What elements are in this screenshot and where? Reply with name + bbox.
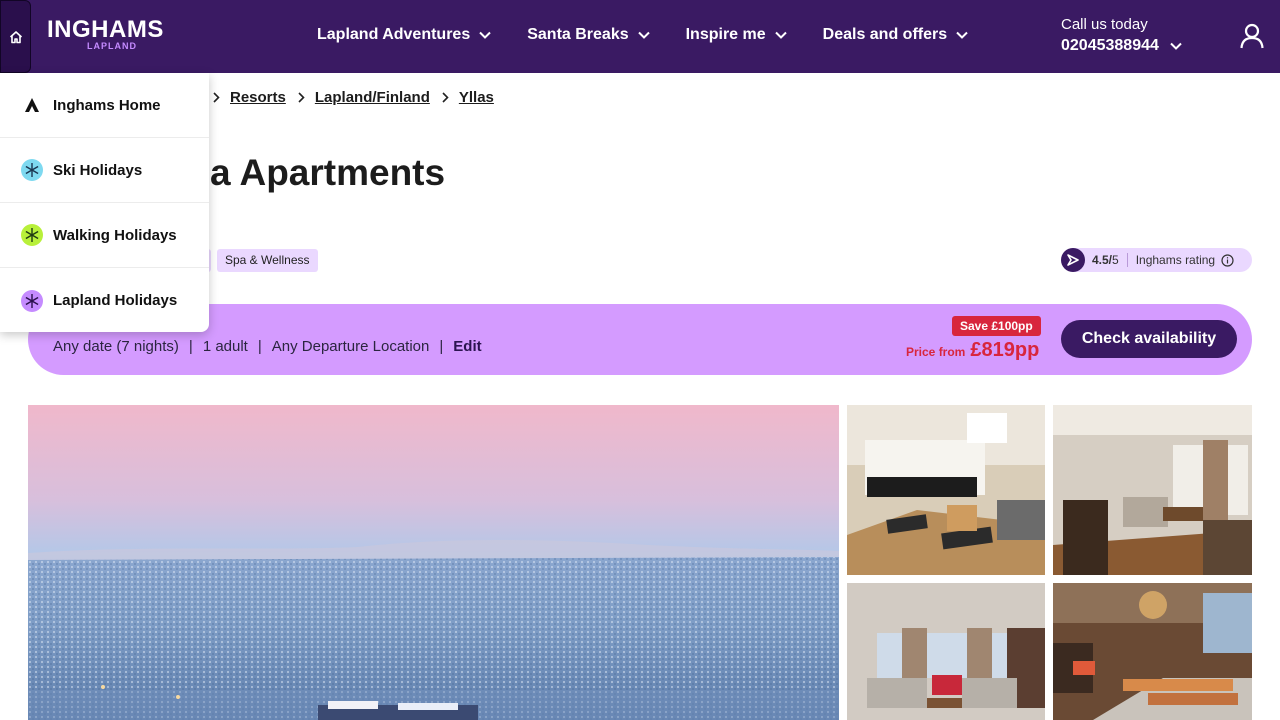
nav-lapland-adventures[interactable]: Lapland Adventures — [317, 26, 491, 44]
home-menu-button[interactable] — [0, 0, 31, 73]
rating-value: 4.5/ — [1092, 253, 1113, 267]
edit-search-link[interactable]: Edit — [453, 338, 481, 355]
hero-image-landscape[interactable] — [28, 405, 839, 720]
rating-label: Inghams rating — [1135, 253, 1216, 267]
nav-deals-and-offers[interactable]: Deals and offers — [823, 26, 968, 44]
user-icon — [1240, 23, 1264, 49]
chevron-right-icon — [213, 92, 220, 103]
nav-santa-breaks[interactable]: Santa Breaks — [527, 26, 650, 44]
rating-score: 4.5/5 — [1092, 253, 1128, 267]
availability-bar: Any date (7 nights) | 1 adult | Any Depa… — [28, 304, 1252, 375]
inghams-logo-icon — [20, 93, 44, 117]
separator: | — [188, 338, 193, 355]
thumbnail-restaurant[interactable] — [1053, 583, 1252, 720]
site-header: INGHAMS LAPLAND Lapland Adventures Santa… — [0, 0, 1280, 73]
nav-label: Lapland Adventures — [317, 26, 471, 43]
nav-inspire-me[interactable]: Inspire me — [686, 26, 787, 44]
separator: | — [257, 338, 262, 355]
main-nav: Lapland Adventures Santa Breaks Inspire … — [317, 26, 1004, 44]
call-us[interactable]: Call us today 02045388944 — [1061, 16, 1182, 55]
thumbnail-kitchen[interactable] — [847, 405, 1045, 575]
snowflake-icon — [20, 158, 44, 182]
rating-logo-icon — [1061, 248, 1085, 272]
search-date: Any date (7 nights) — [53, 338, 179, 355]
info-icon[interactable] — [1221, 253, 1234, 267]
price-label: Price from — [906, 345, 966, 359]
home-dropdown-menu: Inghams Home Ski Holidays Walking Holida… — [0, 73, 209, 332]
call-label: Call us today — [1061, 16, 1148, 33]
separator: | — [439, 338, 444, 355]
chevron-right-icon — [298, 92, 305, 103]
menu-item-walking-holidays[interactable]: Walking Holidays — [0, 203, 209, 268]
nav-label: Inspire me — [685, 26, 766, 43]
price-value: £819pp — [970, 339, 1040, 361]
inghams-logo[interactable]: INGHAMS LAPLAND — [47, 16, 172, 52]
call-number[interactable]: 02045388944 — [1061, 37, 1182, 55]
thumbnail-lounge-view[interactable] — [847, 583, 1045, 720]
nav-label: Santa Breaks — [527, 26, 629, 43]
breadcrumb-lapland-finland[interactable]: Lapland/Finland — [315, 89, 430, 106]
chevron-right-icon — [442, 92, 449, 103]
chevron-down-icon — [956, 31, 968, 39]
account-button[interactable] — [1238, 22, 1266, 55]
thumbnail-living-room[interactable] — [1053, 405, 1252, 575]
page-title: a Apartments — [210, 152, 446, 193]
menu-item-label: Lapland Holidays — [53, 292, 178, 309]
menu-item-label: Ski Holidays — [53, 161, 143, 179]
menu-item-label: Walking Holidays — [53, 226, 177, 244]
inghams-rating: 4.5/5 Inghams rating — [1061, 248, 1252, 272]
chevron-down-icon — [1170, 42, 1182, 50]
chevron-down-icon — [637, 31, 650, 39]
snowflake-icon — [20, 223, 44, 247]
search-summary: Any date (7 nights) | 1 adult | Any Depa… — [53, 338, 482, 355]
search-guests: 1 adult — [202, 338, 248, 355]
menu-item-label: Inghams Home — [53, 96, 161, 114]
menu-item-inghams-home[interactable]: Inghams Home — [0, 73, 209, 138]
snowflake-icon — [20, 289, 44, 313]
logo-text: INGHAMS — [47, 16, 164, 43]
save-badge: Save £100pp — [952, 316, 1041, 336]
menu-item-lapland-holidays[interactable]: Lapland Holidays — [0, 268, 209, 333]
price-from: Price from £819pp — [906, 339, 1039, 362]
search-departure: Any Departure Location — [271, 338, 430, 355]
phone-number: 02045388944 — [1061, 37, 1159, 54]
rating-out-of: 5 — [1112, 253, 1119, 267]
check-availability-button[interactable]: Check availability — [1061, 320, 1237, 358]
breadcrumb-resorts[interactable]: Resorts — [230, 89, 286, 106]
nav-label: Deals and offers — [822, 26, 948, 43]
chevron-down-icon — [479, 31, 491, 39]
menu-item-ski-holidays[interactable]: Ski Holidays — [0, 138, 209, 203]
home-icon — [9, 30, 22, 43]
breadcrumb-yllas[interactable]: Yllas — [459, 89, 494, 106]
feature-tag: Spa & Wellness — [217, 249, 318, 272]
chevron-down-icon — [774, 31, 787, 39]
breadcrumb: Resorts Lapland/Finland Yllas — [213, 89, 494, 106]
